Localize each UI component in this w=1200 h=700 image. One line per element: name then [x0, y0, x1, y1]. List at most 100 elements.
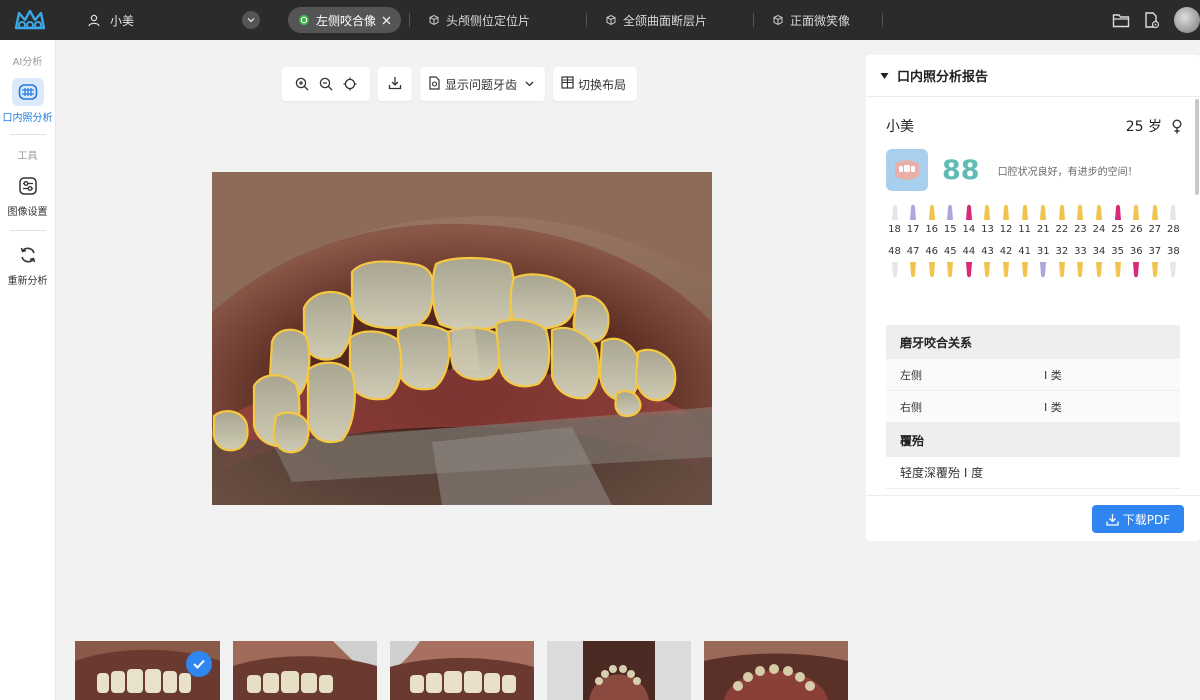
tooth-icon: [1170, 204, 1177, 220]
zoom-controls: [282, 67, 370, 101]
tooth-26[interactable]: 26: [1128, 203, 1145, 237]
user-selector[interactable]: 小美: [60, 0, 260, 40]
crown-logo-icon: [14, 9, 46, 30]
tooth-14[interactable]: 14: [960, 203, 977, 237]
tooth-icon: [965, 204, 972, 220]
tooth-24[interactable]: 24: [1091, 203, 1108, 237]
thumbnail-lower-arch[interactable]: [704, 641, 848, 700]
analysis-report-panel: 口内照分析报告 小美 25 岁 88 口腔状况良好，有进步的空间！ 18 17 16…: [866, 55, 1200, 541]
tooth-number: 45: [943, 246, 957, 257]
tooth-27[interactable]: 27: [1146, 203, 1163, 237]
tooth-16[interactable]: 16: [923, 203, 940, 237]
tooth-number: 23: [1074, 224, 1087, 235]
tooth-37[interactable]: 37: [1146, 245, 1163, 279]
tooth-icon: [1096, 204, 1103, 220]
tooth-43[interactable]: 43: [979, 245, 996, 279]
tooth-34[interactable]: 34: [1091, 245, 1108, 279]
tooth-number: 26: [1129, 224, 1143, 235]
intraoral-photo[interactable]: [212, 172, 712, 505]
tooth-icon: [1096, 262, 1103, 278]
download-pdf-button[interactable]: 下载PDF: [1092, 505, 1184, 533]
tooth-number: 27: [1148, 224, 1162, 235]
file-settings-icon[interactable]: [1144, 11, 1160, 29]
tooth-45[interactable]: 45: [942, 245, 959, 279]
tooth-35[interactable]: 35: [1109, 245, 1126, 279]
tooth-number: 44: [962, 246, 976, 257]
tooth-icon: [1003, 262, 1010, 278]
zoom-in-icon[interactable]: [291, 72, 313, 96]
tooth-number: 37: [1148, 246, 1162, 257]
tooth-17[interactable]: 17: [905, 203, 922, 237]
scrollbar[interactable]: [1195, 99, 1199, 195]
tooth-28[interactable]: 28: [1165, 203, 1182, 237]
report-header[interactable]: 口内照分析报告: [866, 55, 1200, 97]
tooth-23[interactable]: 23: [1072, 203, 1089, 237]
thumbnail-frontal-occlusal[interactable]: [390, 641, 534, 700]
tab-panoramic[interactable]: 全颌曲面断层片: [595, 7, 717, 33]
tooth-icon: [1021, 204, 1028, 220]
tooth-46[interactable]: 46: [923, 245, 940, 279]
tooth-number: 11: [1018, 224, 1032, 235]
download-image-button[interactable]: [378, 67, 412, 101]
refresh-icon: [12, 241, 44, 269]
teeth-thumbnail-icon: [886, 149, 928, 191]
tooth-number: 28: [1167, 224, 1180, 235]
tooth-icon: [1133, 262, 1140, 278]
tooth-31[interactable]: 31: [1035, 245, 1052, 279]
tooth-icon: [928, 262, 935, 278]
tooth-15[interactable]: 15: [942, 203, 959, 237]
download-icon: [1106, 513, 1119, 526]
top-right-actions: [1112, 0, 1200, 40]
thumbnail-left-occlusal[interactable]: [75, 641, 220, 700]
tooth-25[interactable]: 25: [1109, 203, 1126, 237]
tooth-33[interactable]: 33: [1072, 245, 1089, 279]
avatar[interactable]: [1174, 7, 1200, 33]
folder-icon[interactable]: [1112, 13, 1130, 28]
occlusion-side: 右侧: [900, 400, 922, 414]
grid-icon: [561, 76, 574, 92]
tooth-36[interactable]: 36: [1128, 245, 1145, 279]
switch-layout-button[interactable]: 切换布局: [553, 67, 637, 101]
teeth-analysis-icon: [11, 78, 44, 106]
tooth-21[interactable]: 21: [1035, 203, 1052, 237]
tooth-number: 47: [906, 246, 920, 257]
tooth-icon: [1077, 262, 1084, 278]
tooth-38[interactable]: 38: [1165, 245, 1182, 279]
tooth-icon: [1133, 204, 1140, 220]
tooth-32[interactable]: 32: [1053, 245, 1070, 279]
tooth-41[interactable]: 41: [1016, 245, 1033, 279]
tooth-11[interactable]: 11: [1016, 203, 1033, 237]
thumbnail-right-occlusal[interactable]: [233, 641, 377, 700]
tooth-42[interactable]: 42: [998, 245, 1015, 279]
zoom-out-icon[interactable]: [315, 72, 337, 96]
show-problem-teeth-dropdown[interactable]: 显示问题牙齿: [420, 67, 545, 101]
tooth-18[interactable]: 18: [886, 203, 903, 237]
fit-screen-icon[interactable]: [339, 72, 361, 96]
tooth-number: 43: [981, 246, 994, 257]
tooth-44[interactable]: 44: [960, 245, 977, 279]
tooth-icon: [947, 262, 954, 278]
caret-down-icon[interactable]: [880, 72, 889, 80]
tooth-48[interactable]: 48: [886, 245, 903, 279]
oral-score: 88: [942, 154, 980, 186]
tab-left-occlusal[interactable]: 左侧咬合像: [288, 7, 402, 33]
tab-label: 头颅侧位定位片: [446, 13, 531, 28]
close-icon[interactable]: [382, 16, 391, 25]
sidebar-item-reanalyze[interactable]: 重新分析: [0, 241, 55, 287]
thumbnail-upper-arch[interactable]: [547, 641, 691, 700]
tab-cephalometric[interactable]: 头颅侧位定位片: [418, 7, 540, 33]
tooth-12[interactable]: 12: [998, 203, 1015, 237]
sidebar-item-image-settings[interactable]: 图像设置: [0, 172, 55, 218]
sidebar-item-intraoral-analysis[interactable]: 口内照分析: [0, 78, 55, 124]
score-summary: 口腔状况良好，有进步的空间！: [997, 166, 1138, 178]
upper-teeth-row: 18 17 16 15 14 13 12 11 21 22 23 24 25 26 27 28: [886, 203, 1182, 237]
tooth-47[interactable]: 47: [905, 245, 922, 279]
tooth-number: 14: [962, 224, 976, 235]
tooth-13[interactable]: 13: [979, 203, 996, 237]
tab-frontal-smile[interactable]: 正面微笑像: [762, 7, 860, 33]
tooth-22[interactable]: 22: [1053, 203, 1070, 237]
chevron-down-icon[interactable]: [242, 11, 260, 29]
female-icon: [1172, 119, 1182, 134]
user-icon: [88, 14, 100, 27]
cube-icon: [428, 14, 440, 26]
